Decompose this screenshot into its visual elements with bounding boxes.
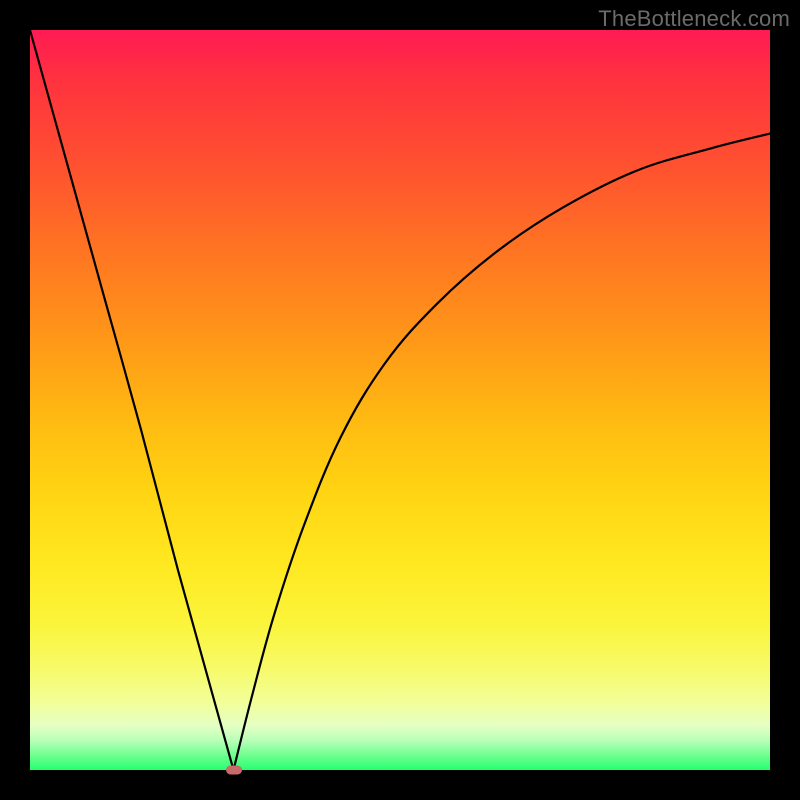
watermark-text: TheBottleneck.com	[598, 6, 790, 32]
min-point-marker	[226, 766, 242, 775]
chart-frame: TheBottleneck.com	[0, 0, 800, 800]
curve-left-branch	[30, 30, 234, 770]
curve-svg	[30, 30, 770, 770]
plot-area	[30, 30, 770, 770]
curve-right-branch	[234, 134, 771, 770]
